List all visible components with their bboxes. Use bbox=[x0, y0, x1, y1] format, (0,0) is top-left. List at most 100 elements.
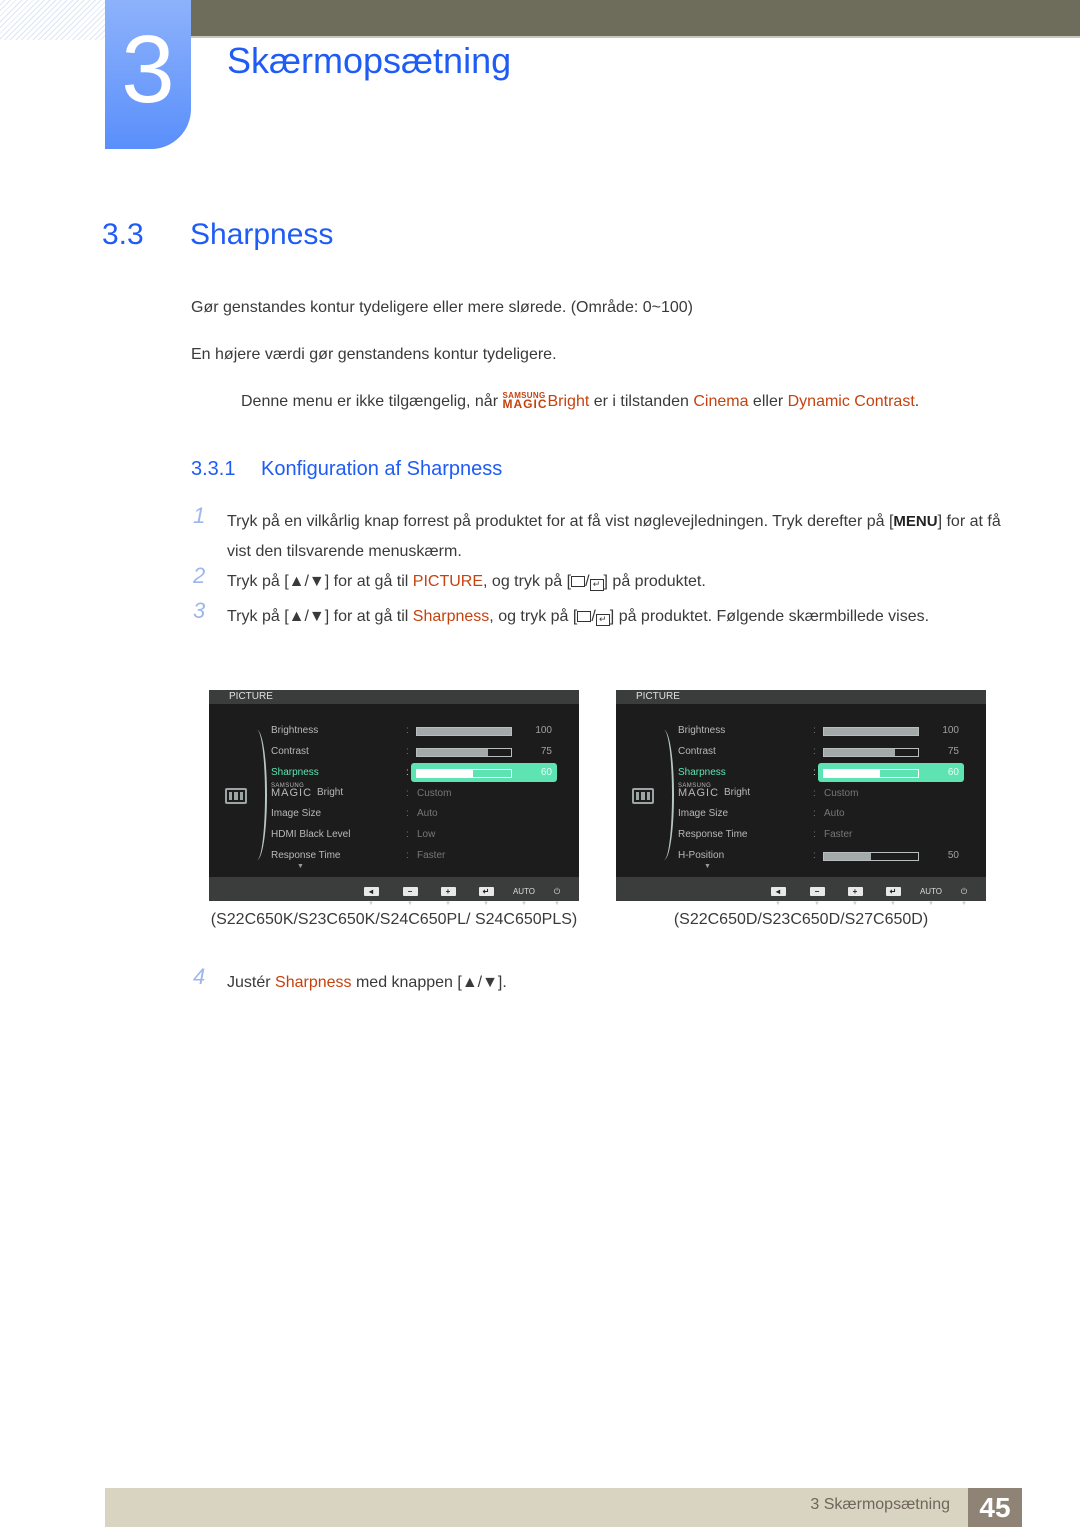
osd-slider[interactable] bbox=[416, 727, 512, 736]
osd-menu-item-h-position[interactable]: H-Position: 50 bbox=[678, 846, 978, 866]
picture-term: PICTURE bbox=[412, 573, 484, 590]
osd-menu-item-brightness[interactable]: Brightness: 100 bbox=[678, 721, 978, 741]
step-text: Tryk på [▲/▼] for at gå til PICTURE, og … bbox=[227, 573, 706, 591]
slider-fill bbox=[824, 853, 871, 860]
osd-menu-item-bright[interactable]: SAMSUNG MAGIC Bright: Custom bbox=[271, 783, 571, 804]
auto-icon: AUTO bbox=[512, 887, 536, 896]
osd-menu-item-response-time[interactable]: Response Time: Faster bbox=[678, 825, 978, 845]
step-text-part: , og tryk på [ bbox=[489, 608, 578, 625]
separator: : bbox=[406, 829, 409, 840]
enter-button[interactable]: ↵ ▼ bbox=[881, 881, 905, 908]
note-text: . bbox=[914, 393, 920, 410]
osd-item-label: Sharpness bbox=[271, 767, 319, 778]
osd-slider[interactable] bbox=[823, 727, 919, 736]
note-text: er i tilstanden bbox=[589, 393, 694, 410]
sharpness-term: Sharpness bbox=[412, 608, 490, 625]
left-arrow-button[interactable]: ◂ ▼ bbox=[766, 881, 790, 908]
enter-button[interactable]: ↵ ▼ bbox=[474, 881, 498, 908]
magic-bright-term: Bright bbox=[547, 393, 590, 410]
osd-item-label: Brightness bbox=[678, 725, 726, 736]
magic-word: MAGIC bbox=[502, 397, 548, 411]
separator: : bbox=[813, 850, 816, 861]
separator: : bbox=[406, 746, 409, 757]
picture-menu-icon bbox=[632, 788, 654, 804]
osd-slider[interactable] bbox=[416, 769, 512, 778]
power-icon: ⏻ bbox=[960, 887, 968, 896]
osd-item-label: Response Time bbox=[271, 850, 341, 861]
osd-menu-item-contrast[interactable]: Contrast: 75 bbox=[271, 742, 571, 762]
separator: : bbox=[813, 829, 816, 840]
enter-button-icon: ↵ bbox=[595, 614, 610, 626]
osd-item-value: 60 bbox=[540, 767, 552, 778]
osd-item-value: Auto bbox=[824, 808, 845, 819]
osd-menu-item-response-time[interactable]: Response Time: Faster bbox=[271, 846, 571, 866]
separator: : bbox=[813, 808, 816, 819]
step-number: 4 bbox=[193, 964, 206, 989]
auto-button[interactable]: AUTO ▼ bbox=[919, 881, 943, 908]
osd-menu-item-bright[interactable]: SAMSUNG MAGIC Bright: Custom bbox=[678, 783, 978, 804]
osd-slider[interactable] bbox=[823, 852, 919, 861]
osd-arc bbox=[247, 730, 267, 860]
slider-fill bbox=[417, 749, 488, 756]
minus-icon: − bbox=[809, 887, 825, 896]
minus-icon: − bbox=[402, 887, 418, 896]
osd-item-label: Contrast bbox=[678, 746, 716, 757]
enter-icon: ↵ bbox=[885, 887, 901, 896]
left-arrow-button[interactable]: ◂ ▼ bbox=[359, 881, 383, 908]
minus-button[interactable]: − ▼ bbox=[398, 881, 422, 908]
osd-header: PICTURE bbox=[209, 690, 579, 704]
osd-item-value: Custom bbox=[417, 788, 452, 799]
slider-fill bbox=[824, 770, 881, 777]
model-caption-left: (S22C650K/S23C650K/S24C650PL/ S24C650PLS… bbox=[210, 911, 578, 928]
osd-menu-item-hdmi-black-level[interactable]: HDMI Black Level: Low bbox=[271, 825, 571, 845]
auto-button[interactable]: AUTO ▼ bbox=[512, 881, 536, 908]
separator: : bbox=[813, 746, 816, 757]
osd-menu-item-image-size[interactable]: Image Size: Auto bbox=[678, 804, 978, 824]
osd-screen-right: PICTURE Brightness: 100 Contrast: 75 Sharpne… bbox=[616, 690, 986, 907]
osd-item-label: Sharpness bbox=[678, 767, 726, 778]
plus-button[interactable]: + ▼ bbox=[843, 881, 867, 908]
step-text-part: Tryk på [▲/▼] for at gå til bbox=[227, 608, 413, 625]
osd-menu-item-image-size[interactable]: Image Size: Auto bbox=[271, 804, 571, 824]
osd-item-value: 75 bbox=[947, 746, 959, 757]
plus-button[interactable]: + ▼ bbox=[436, 881, 460, 908]
osd-slider[interactable] bbox=[823, 769, 919, 778]
osd-item-label: Image Size bbox=[271, 808, 322, 819]
osd-item-label: Image Size bbox=[678, 808, 729, 819]
osd-menu-item-sharpness[interactable]: Sharpness: 60 bbox=[271, 763, 571, 783]
scroll-down-icon: ▼ bbox=[297, 863, 304, 870]
power-button[interactable]: ⏻ ▼ bbox=[545, 881, 569, 908]
mode-dynamic-contrast: Dynamic Contrast bbox=[787, 393, 915, 410]
power-button[interactable]: ⏻ ▼ bbox=[952, 881, 976, 908]
magic-bright-label: SAMSUNG MAGIC Bright bbox=[678, 783, 751, 799]
step-text-part: Tryk på en vilkårlig knap forrest på pro… bbox=[227, 513, 894, 530]
osd-item-label: HDMI Black Level bbox=[271, 829, 351, 840]
osd-item-value: 100 bbox=[535, 725, 552, 736]
note-text: eller bbox=[748, 393, 788, 410]
slider-fill bbox=[417, 770, 474, 777]
osd-item-value: Faster bbox=[824, 829, 853, 840]
step-text-part: ] på produktet. bbox=[603, 573, 706, 590]
separator: : bbox=[813, 788, 816, 799]
magic-bright-label: SAMSUNG MAGIC Bright bbox=[271, 783, 344, 799]
step-text: Tryk på en vilkårlig knap forrest på pro… bbox=[227, 507, 1007, 567]
osd-arc bbox=[654, 730, 674, 860]
osd-menu-item-brightness[interactable]: Brightness: 100 bbox=[271, 721, 571, 741]
header-bar bbox=[190, 0, 1080, 38]
step-text-part: , og tryk på [ bbox=[483, 573, 572, 590]
osd-menu-item-sharpness[interactable]: Sharpness: 60 bbox=[678, 763, 978, 783]
model-caption-right: (S22C650D/S23C650D/S27C650D) bbox=[673, 911, 929, 928]
subsection-heading: 3.3.1 Konfiguration af Sharpness bbox=[191, 458, 502, 481]
description-paragraph: En højere værdi gør genstandens kontur t… bbox=[191, 346, 557, 363]
availability-note: Denne menu er ikke tilgængelig, når SAMS… bbox=[241, 392, 919, 411]
minus-button[interactable]: − ▼ bbox=[805, 881, 829, 908]
step-number: 2 bbox=[193, 563, 206, 588]
osd-slider[interactable] bbox=[416, 748, 512, 757]
osd-menu-item-contrast[interactable]: Contrast: 75 bbox=[678, 742, 978, 762]
separator: : bbox=[406, 767, 409, 778]
subsection-title: Konfiguration af Sharpness bbox=[261, 458, 503, 480]
osd-slider[interactable] bbox=[823, 748, 919, 757]
chapter-number-tab: 3 bbox=[105, 0, 191, 149]
osd-button-bar: ◂ ▼ − ▼ + ▼ ↵ ▼ AUTO ▼ ⏻ ▼ bbox=[616, 877, 986, 907]
source-button-icon bbox=[571, 576, 586, 587]
